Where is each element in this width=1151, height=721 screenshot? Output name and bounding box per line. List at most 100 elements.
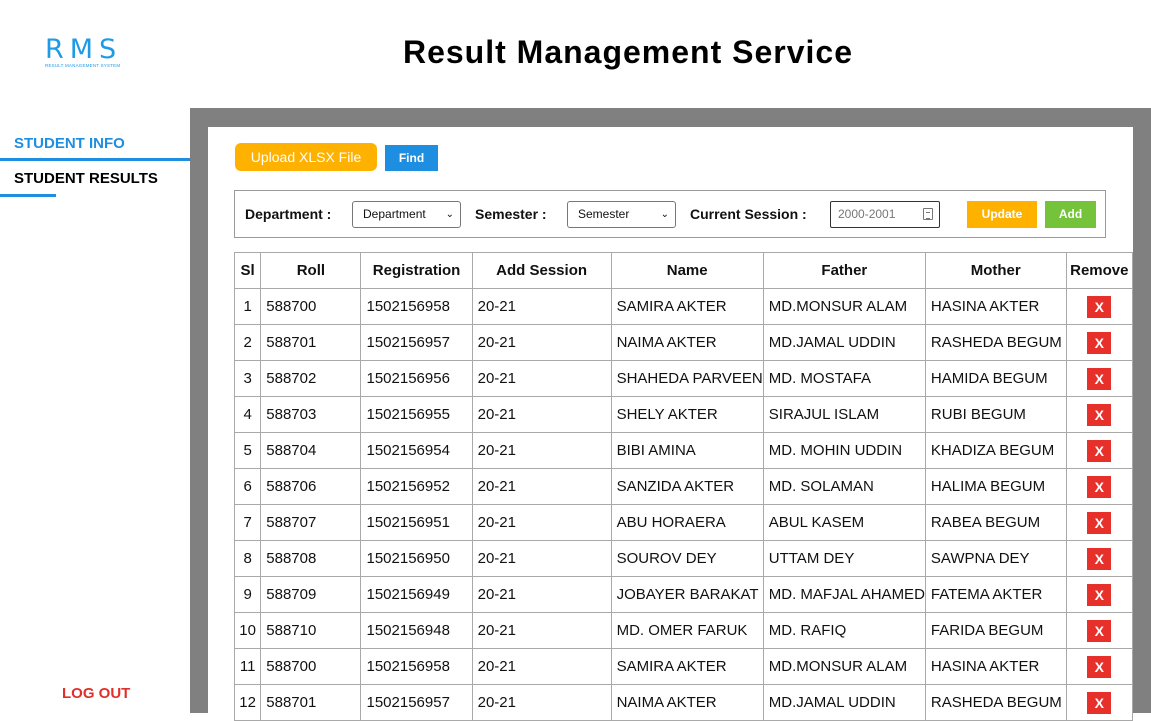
table-cell: HAMIDA BEGUM [924,360,1067,397]
add-button[interactable]: Add [1045,201,1096,228]
department-select[interactable]: Department ⌄ [352,201,461,228]
table-cell: FATEMA AKTER [924,576,1067,613]
table-row: 6 588706 1502156952 20-21 SANZIDA AKTER MD. S… [233,468,1134,505]
table-row: 3 588702 1502156956 20-21 SHAHEDA PARVEEN MD.… [233,360,1134,397]
chevron-down-icon: ⌄ [445,209,454,220]
table-row: 12 588701 1502156957 20-21 NAIMA AKTER MD.JAM… [233,684,1134,721]
chevron-down-icon: ⌄ [660,209,669,220]
remove-button[interactable]: X [1087,475,1112,498]
find-button[interactable]: Find [385,145,438,171]
table-cell: 20-21 [471,576,612,613]
table-cell: 20-21 [471,432,612,469]
table-cell: 588710 [260,612,362,649]
remove-button[interactable]: X [1087,547,1112,570]
remove-button[interactable]: X [1087,583,1112,606]
table-row: 8 588708 1502156950 20-21 SOUROV DEY UTTAM DE… [233,540,1134,577]
table-cell: NAIMA AKTER [610,324,764,361]
table-cell: 588703 [260,396,362,433]
column-header: Name [610,252,764,289]
table-cell: 1502156957 [360,324,473,361]
table-cell: RUBI BEGUM [924,396,1067,433]
remove-button[interactable]: X [1087,439,1112,462]
table-row: 4 588703 1502156955 20-21 SHELY AKTER SIRAJUL… [233,396,1134,433]
table-cell: ABUL KASEM [762,504,926,541]
table-cell: 588706 [260,468,362,505]
logout-button[interactable]: LOG OUT [62,685,130,702]
column-header: Add Session [471,252,612,289]
table-cell: 1502156948 [360,612,473,649]
table-cell: FARIDA BEGUM [924,612,1067,649]
table-row: 2 588701 1502156957 20-21 NAIMA AKTER MD.JAMA… [233,324,1134,361]
table-cell: 1502156958 [360,648,473,685]
update-button[interactable]: Update [967,201,1037,228]
table-cell: 11 [233,648,262,685]
remove-cell: X [1065,432,1134,469]
filter-bar: Department : Department ⌄ Semester : Sem… [234,190,1106,238]
remove-button[interactable]: X [1087,511,1112,534]
table-cell: MD. OMER FARUK [610,612,764,649]
table-cell: 10 [233,612,262,649]
table-cell: 20-21 [471,648,612,685]
remove-button[interactable]: X [1087,691,1112,714]
remove-button[interactable]: X [1087,655,1112,678]
table-header-row: Sl Roll Registration Add Session Name Fa… [233,252,1134,289]
remove-cell: X [1065,612,1134,649]
table-cell: 1502156954 [360,432,473,469]
session-input[interactable]: 2000-2001 [830,201,940,228]
table-cell: 20-21 [471,612,612,649]
semester-select[interactable]: Semester ⌄ [567,201,676,228]
table-cell: 5 [233,432,262,469]
table-cell: 7 [233,504,262,541]
table-cell: 8 [233,540,262,577]
table-cell: 20-21 [471,324,612,361]
table-cell: 20-21 [471,684,612,721]
remove-button[interactable]: X [1087,295,1112,318]
remove-button[interactable]: X [1087,331,1112,354]
remove-cell: X [1065,324,1134,361]
table-cell: JOBAYER BARAKAT [610,576,764,613]
table-cell: 20-21 [471,468,612,505]
table-cell: 588700 [260,288,362,325]
remove-cell: X [1065,468,1134,505]
sidebar: STUDENT INFO STUDENT RESULTS LOG OUT [0,108,190,713]
column-header: Sl [233,252,262,289]
table-row: 10 588710 1502156948 20-21 MD. OMER FARUK MD.… [233,612,1134,649]
table-cell: MD. RAFIQ [762,612,926,649]
table-cell: RASHEDA BEGUM [924,324,1067,361]
table-cell: NAIMA AKTER [610,684,764,721]
table-cell: MD.MONSUR ALAM [762,288,926,325]
table-cell: UTTAM DEY [762,540,926,577]
table-cell: 588704 [260,432,362,469]
sidebar-item-student-info[interactable]: STUDENT INFO [14,135,125,152]
sidebar-item-student-results[interactable]: STUDENT RESULTS [14,170,158,187]
column-header: Father [762,252,926,289]
table-cell: 1 [233,288,262,325]
table-cell: 20-21 [471,540,612,577]
upload-xlsx-button[interactable]: Upload XLSX File [235,143,377,171]
remove-button[interactable]: X [1087,619,1112,642]
table-cell: 1502156951 [360,504,473,541]
table-cell: KHADIZA BEGUM [924,432,1067,469]
remove-button[interactable]: X [1087,367,1112,390]
table-cell: 1502156950 [360,540,473,577]
table-row: 5 588704 1502156954 20-21 BIBI AMINA MD. MOHI… [233,432,1134,469]
table-cell: ABU HORAERA [610,504,764,541]
semester-label: Semester : [475,206,547,222]
calendar-icon[interactable] [923,208,933,220]
table-cell: HASINA AKTER [924,648,1067,685]
table-cell: HASINA AKTER [924,288,1067,325]
remove-cell: X [1065,504,1134,541]
remove-cell: X [1065,540,1134,577]
table-cell: SAMIRA AKTER [610,648,764,685]
table-cell: 588700 [260,648,362,685]
table-cell: 6 [233,468,262,505]
remove-cell: X [1065,360,1134,397]
table-row: 11 588700 1502156958 20-21 SAMIRA AKTER MD.MO… [233,648,1134,685]
table-cell: 1502156949 [360,576,473,613]
remove-button[interactable]: X [1087,403,1112,426]
table-cell: HALIMA BEGUM [924,468,1067,505]
table-cell: 588701 [260,684,362,721]
semester-select-value: Semester [578,207,630,221]
table-cell: MD.JAMAL UDDIN [762,684,926,721]
table-cell: 1502156958 [360,288,473,325]
